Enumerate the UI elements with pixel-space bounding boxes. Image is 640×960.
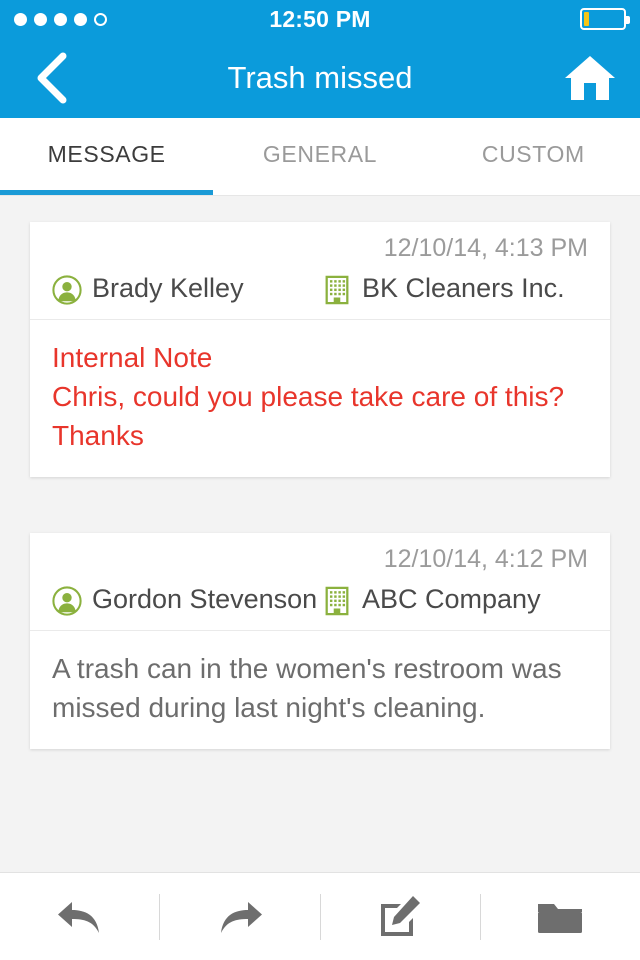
- message-body-text: Internal Note Chris, could you please ta…: [52, 342, 565, 451]
- message-company-name: BK Cleaners Inc.: [362, 273, 565, 303]
- signal-dot: [14, 12, 27, 26]
- person-icon: [52, 275, 82, 305]
- message-timestamp: 12/10/14, 4:13 PM: [383, 234, 588, 262]
- message-meta: Brady Kelley BK Cleaners Inc.: [52, 271, 588, 305]
- tab-message-label: MESSAGE: [47, 141, 166, 167]
- signal-dot: [54, 12, 67, 26]
- message-card-body: A trash can in the women's restroom was …: [30, 631, 610, 749]
- page-title: Trash missed: [227, 60, 413, 95]
- action-toolbar: [0, 872, 640, 960]
- forward-button[interactable]: [160, 873, 319, 960]
- chevron-left-icon: [37, 52, 67, 104]
- signal-dot: [34, 12, 47, 26]
- reply-arrow-icon: [57, 901, 99, 933]
- message-card-header: 12/10/14, 4:12 PM Gordon Stevenson ABC C…: [30, 533, 610, 631]
- message-sender-name: Brady Kelley: [92, 273, 244, 303]
- navigation-bar: Trash missed: [0, 38, 640, 118]
- battery-fill: [584, 12, 590, 26]
- folder-button[interactable]: [481, 873, 640, 960]
- home-icon: [565, 56, 615, 100]
- home-button[interactable]: [562, 50, 618, 106]
- compose-pencil-icon: [381, 895, 421, 936]
- message-card[interactable]: 12/10/14, 4:13 PM Brady Kelley BK Cleane…: [30, 222, 610, 477]
- signal-strength-indicator: [14, 12, 174, 26]
- message-sender-name: Gordon Stevenson: [92, 584, 318, 614]
- status-bar: 12:50 PM: [0, 0, 640, 38]
- message-meta: Gordon Stevenson ABC Company: [52, 582, 588, 616]
- tab-general-label: GENERAL: [262, 141, 378, 167]
- message-company-name: ABC Company: [362, 584, 541, 614]
- building-icon: [325, 586, 349, 616]
- message-card[interactable]: 12/10/14, 4:12 PM Gordon Stevenson ABC C…: [30, 533, 610, 749]
- message-list[interactable]: 12/10/14, 4:13 PM Brady Kelley BK Cleane…: [0, 196, 640, 872]
- message-company: ABC Company: [322, 582, 588, 616]
- message-timestamp: 12/10/14, 4:12 PM: [383, 545, 588, 573]
- compose-button[interactable]: [321, 873, 480, 960]
- tab-custom-label: CUSTOM: [481, 141, 585, 167]
- message-sender: Gordon Stevenson: [52, 582, 322, 616]
- signal-dot-empty: [94, 12, 107, 26]
- battery-icon: [580, 8, 630, 30]
- tab-custom[interactable]: CUSTOM: [427, 118, 640, 195]
- tab-general[interactable]: GENERAL: [213, 118, 426, 195]
- back-button[interactable]: [22, 50, 78, 106]
- app-root: 12:50 PM Trash missed MESSAGE GENERAL CU…: [0, 0, 640, 960]
- message-company: BK Cleaners Inc.: [322, 271, 588, 305]
- folder-icon: [538, 903, 583, 933]
- message-sender: Brady Kelley: [52, 271, 322, 305]
- signal-dot: [74, 12, 87, 26]
- tab-bar: MESSAGE GENERAL CUSTOM: [0, 118, 640, 196]
- message-body-text: A trash can in the women's restroom was …: [52, 653, 562, 723]
- forward-arrow-icon: [220, 901, 262, 933]
- person-icon: [52, 586, 82, 616]
- message-card-body: Internal Note Chris, could you please ta…: [30, 320, 610, 477]
- reply-button[interactable]: [0, 873, 159, 960]
- tab-message[interactable]: MESSAGE: [0, 118, 214, 195]
- message-card-header: 12/10/14, 4:13 PM Brady Kelley BK Cleane…: [30, 222, 610, 320]
- building-icon: [325, 275, 349, 305]
